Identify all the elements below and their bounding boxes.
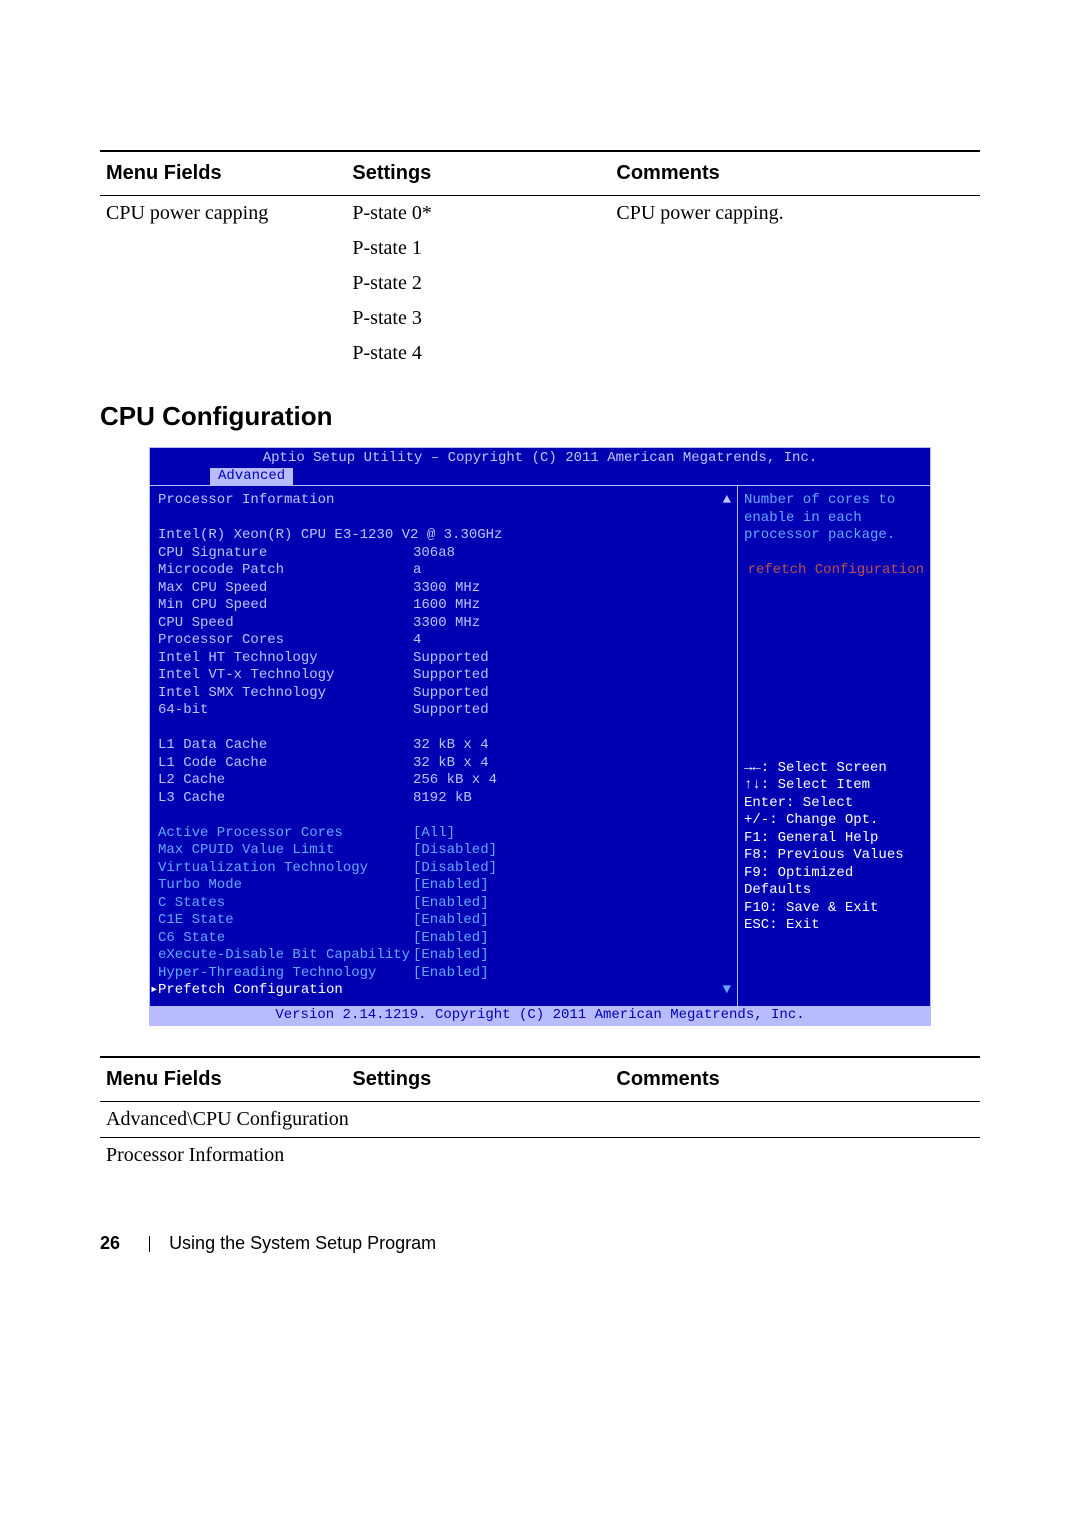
setting-3: P-state 3: [346, 301, 610, 336]
opt-l-7[interactable]: eXecute-Disable Bit Capability: [158, 947, 413, 965]
opt-l-1[interactable]: Max CPUID Value Limit: [158, 842, 413, 860]
comment: CPU power capping.: [610, 196, 980, 232]
th-menu-fields: Menu Fields: [100, 151, 346, 196]
opt-l-4[interactable]: C States: [158, 895, 413, 913]
opt-v-4: [Enabled]: [413, 895, 489, 911]
opt-l-0[interactable]: Active Processor Cores: [158, 825, 413, 843]
cache-v-1: 32 kB x 4: [413, 755, 489, 771]
info-l-4: CPU Speed: [158, 615, 413, 633]
section-heading: CPU Configuration: [100, 401, 980, 432]
page-footer: 26 Using the System Setup Program: [100, 1233, 980, 1254]
opt-l-6[interactable]: C6 State: [158, 930, 413, 948]
help-line-2: processor package.: [744, 527, 924, 545]
cache-l-3: L3 Cache: [158, 790, 413, 808]
opt-v-0: [All]: [413, 825, 455, 841]
opt-v-3: [Enabled]: [413, 877, 489, 893]
opt-v-6: [Enabled]: [413, 930, 489, 946]
info-v-9: Supported: [413, 702, 489, 718]
info-v-1: a: [413, 562, 421, 578]
opt-v-7: [Enabled]: [413, 947, 489, 963]
help-cmd-8: ESC: Exit: [744, 917, 924, 935]
help-cmd-0: →←: Select Screen: [744, 760, 924, 778]
opt-l-5[interactable]: C1E State: [158, 912, 413, 930]
proc-info-header: Processor Information: [158, 492, 413, 510]
info-l-6: Intel HT Technology: [158, 650, 413, 668]
help-cmd-1: ↑↓: Select Item: [744, 777, 924, 795]
cursor-icon: ▸: [150, 982, 158, 1000]
help-cmd-5: F8: Previous Values: [744, 847, 924, 865]
info-l-7: Intel VT-x Technology: [158, 667, 413, 685]
info-v-3: 1600 MHz: [413, 597, 480, 613]
opt-l-2[interactable]: Virtualization Technology: [158, 860, 413, 878]
opt-v-1: [Disabled]: [413, 842, 497, 858]
first-settings-table: Menu Fields Settings Comments CPU power …: [100, 150, 980, 371]
scroll-up-icon: ▲: [723, 492, 731, 510]
cache-v-2: 256 kB x 4: [413, 772, 497, 788]
bios-tab-advanced[interactable]: Advanced: [210, 468, 293, 486]
cache-l-1: L1 Code Cache: [158, 755, 413, 773]
info-v-6: Supported: [413, 650, 489, 666]
help-line-1: enable in each: [744, 510, 924, 528]
scroll-down-icon: ▼: [723, 982, 731, 1000]
th2-menu-fields: Menu Fields: [100, 1057, 346, 1102]
opt-v-5: [Enabled]: [413, 912, 489, 928]
bios-screen: Aptio Setup Utility – Copyright (C) 2011…: [149, 447, 931, 1026]
opt-l-3[interactable]: Turbo Mode: [158, 877, 413, 895]
bios-title: Aptio Setup Utility – Copyright (C) 2011…: [150, 448, 930, 468]
info-l-9: 64-bit: [158, 702, 413, 720]
info-l-8: Intel SMX Technology: [158, 685, 413, 703]
info-l-0: CPU Signature: [158, 545, 413, 563]
cache-l-2: L2 Cache: [158, 772, 413, 790]
setting-2: P-state 2: [346, 266, 610, 301]
info-v-8: Supported: [413, 685, 489, 701]
help-line-0: Number of cores to: [744, 492, 924, 510]
help-cmd-6: F9: Optimized Defaults: [744, 865, 924, 900]
setting-1: P-state 1: [346, 231, 610, 266]
cache-l-0: L1 Data Cache: [158, 737, 413, 755]
info-v-7: Supported: [413, 667, 489, 683]
th2-settings: Settings: [346, 1057, 610, 1102]
section-proc-info: Processor Information: [100, 1138, 980, 1174]
info-l-2: Max CPU Speed: [158, 580, 413, 598]
opt-v-8: [Enabled]: [413, 965, 489, 981]
bios-footer: Version 2.14.1219. Copyright (C) 2011 Am…: [150, 1006, 930, 1026]
th2-comments: Comments: [610, 1057, 980, 1102]
th-comments: Comments: [610, 151, 980, 196]
section-path: Advanced\CPU Configuration: [100, 1102, 980, 1138]
second-settings-table: Menu Fields Settings Comments Advanced\C…: [100, 1056, 980, 1173]
setting-4: P-state 4: [346, 336, 610, 371]
help-extra: refetch Configuration: [744, 562, 924, 580]
page-footer-text: Using the System Setup Program: [169, 1233, 436, 1253]
help-cmd-2: Enter: Select: [744, 795, 924, 813]
field-name: CPU power capping: [100, 196, 346, 232]
cache-v-0: 32 kB x 4: [413, 737, 489, 753]
setting-0: P-state 0*: [346, 196, 610, 232]
opt-l-8[interactable]: Hyper-Threading Technology: [158, 965, 413, 983]
help-cmd-4: F1: General Help: [744, 830, 924, 848]
cache-v-3: 8192 kB: [413, 790, 472, 806]
info-l-3: Min CPU Speed: [158, 597, 413, 615]
cpu-name: Intel(R) Xeon(R) CPU E3-1230 V2 @ 3.30GH…: [158, 527, 502, 545]
info-v-0: 306a8: [413, 545, 455, 561]
opt-v-2: [Disabled]: [413, 860, 497, 876]
page-number: 26: [100, 1233, 120, 1253]
info-v-5: 4: [413, 632, 421, 648]
help-cmd-3: +/-: Change Opt.: [744, 812, 924, 830]
info-l-1: Microcode Patch: [158, 562, 413, 580]
selected-prefetch[interactable]: Prefetch Configuration: [158, 982, 413, 1000]
info-v-2: 3300 MHz: [413, 580, 480, 596]
info-v-4: 3300 MHz: [413, 615, 480, 631]
help-cmd-7: F10: Save & Exit: [744, 900, 924, 918]
th-settings: Settings: [346, 151, 610, 196]
info-l-5: Processor Cores: [158, 632, 413, 650]
